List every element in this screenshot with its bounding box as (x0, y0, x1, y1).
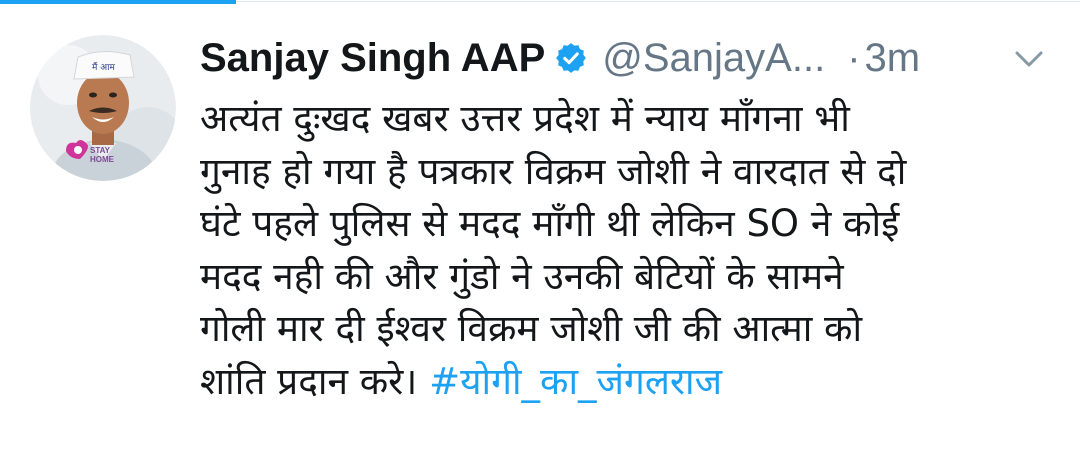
top-divider (236, 1, 1080, 2)
tweet-text: अत्यंत दुःखद खबर उत्तर प्रदेश में न्याय … (200, 93, 1070, 408)
tweet-header: Sanjay Singh AAP @SanjayA... · 3m (200, 30, 1060, 86)
hashtag-link[interactable]: #योगी_का_जंगलराज (429, 360, 722, 403)
tweet-text-line: शांति प्रदान करे। (200, 359, 430, 403)
svg-text:HOME: HOME (90, 155, 115, 164)
svg-text:STAY: STAY (90, 146, 111, 155)
tweet-timestamp[interactable]: 3m (865, 36, 921, 81)
tweet-text-last-line: शांति प्रदान करे। #योगी_का_जंगलराज (200, 356, 1070, 409)
avatar-image: मैं आम STAY HOME (30, 35, 176, 181)
author-handle[interactable]: @SanjayA... (602, 36, 825, 81)
chevron-down-icon[interactable] (1010, 40, 1048, 78)
author-name[interactable]: Sanjay Singh AAP (200, 36, 545, 81)
tweet-text-line: मदद नही की और गुंडो ने उनकी बेटियों के स… (200, 254, 844, 298)
verified-badge-icon (554, 41, 588, 75)
svg-text:मैं आम: मैं आम (92, 61, 115, 73)
active-tab-indicator (0, 0, 236, 4)
tweet-text-line: गोली मार दी ईश्वर विक्रम जोशी जी की आत्म… (200, 307, 863, 350)
avatar[interactable]: मैं आम STAY HOME (30, 35, 176, 181)
separator-dot: · (847, 35, 861, 80)
tweet-text-line: गुनाह हो गया है पत्रकार विक्रम जोशी ने व… (200, 149, 907, 193)
tweet-text-line: अत्यंत दुःखद खबर उत्तर प्रदेश में न्याय … (200, 97, 850, 140)
tweet-text-line: घंटे पहले पुलिस से मदद माँगी थी लेकिन SO… (200, 202, 900, 245)
